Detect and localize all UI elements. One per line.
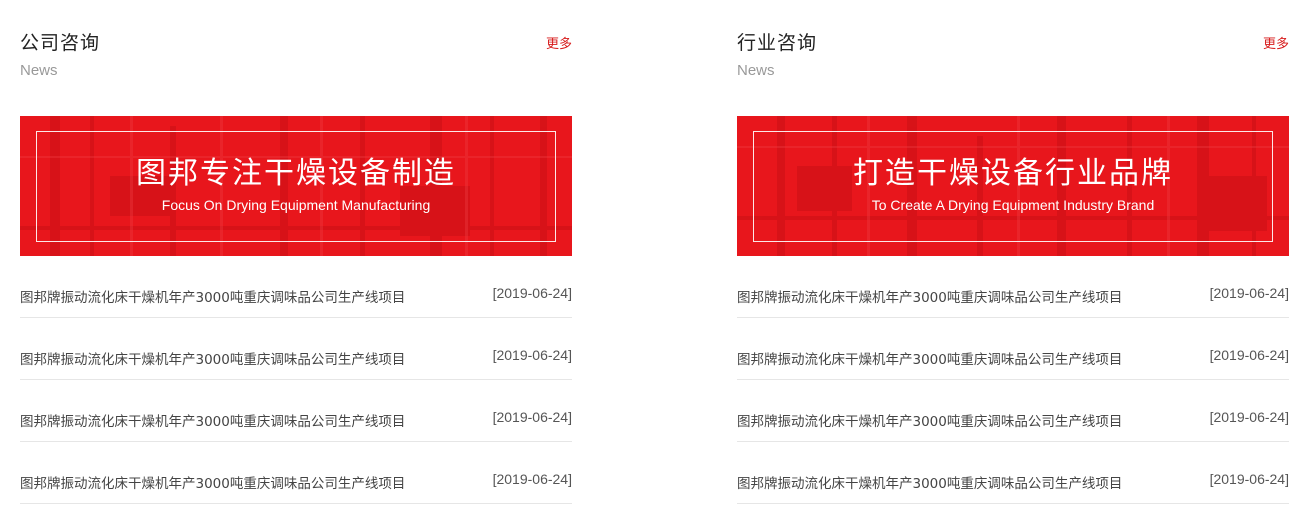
section-header: 行业咨询 News 更多: [737, 0, 1289, 116]
news-date: [2019-06-24]: [492, 285, 572, 301]
news-banner[interactable]: 打造干燥设备行业品牌 To Create A Drying Equipment …: [737, 116, 1289, 256]
news-date: [2019-06-24]: [1209, 285, 1289, 301]
news-date: [2019-06-24]: [1209, 409, 1289, 425]
news-title[interactable]: 图邦牌振动流化床干燥机年产3000吨重庆调味品公司生产线项目: [20, 472, 405, 492]
list-item[interactable]: 图邦牌振动流化床干燥机年产3000吨重庆调味品公司生产线项目 [2019-06-…: [20, 442, 572, 504]
list-item[interactable]: 图邦牌振动流化床干燥机年产3000吨重庆调味品公司生产线项目 [2019-06-…: [737, 256, 1289, 318]
news-list: 图邦牌振动流化床干燥机年产3000吨重庆调味品公司生产线项目 [2019-06-…: [20, 256, 572, 504]
news-title[interactable]: 图邦牌振动流化床干燥机年产3000吨重庆调味品公司生产线项目: [20, 348, 405, 368]
list-item[interactable]: 图邦牌振动流化床干燥机年产3000吨重庆调味品公司生产线项目 [2019-06-…: [737, 442, 1289, 504]
news-title[interactable]: 图邦牌振动流化床干燥机年产3000吨重庆调味品公司生产线项目: [737, 410, 1122, 430]
section-subtitle: News: [737, 62, 775, 79]
section-subtitle: News: [20, 62, 58, 79]
list-item[interactable]: 图邦牌振动流化床干燥机年产3000吨重庆调味品公司生产线项目 [2019-06-…: [737, 318, 1289, 380]
news-list: 图邦牌振动流化床干燥机年产3000吨重庆调味品公司生产线项目 [2019-06-…: [737, 256, 1289, 504]
news-date: [2019-06-24]: [492, 471, 572, 487]
section-title: 行业咨询: [737, 32, 818, 54]
banner-headline: 图邦专注干燥设备制造: [136, 156, 456, 191]
section-title: 公司咨询: [20, 32, 101, 54]
section-header: 公司咨询 News 更多: [20, 0, 572, 116]
news-date: [2019-06-24]: [492, 409, 572, 425]
news-title[interactable]: 图邦牌振动流化床干燥机年产3000吨重庆调味品公司生产线项目: [20, 286, 405, 306]
news-title[interactable]: 图邦牌振动流化床干燥机年产3000吨重庆调味品公司生产线项目: [737, 472, 1122, 492]
banner-tagline: Focus On Drying Equipment Manufacturing: [161, 197, 431, 213]
news-date: [2019-06-24]: [492, 347, 572, 363]
more-link[interactable]: 更多: [1263, 33, 1289, 52]
news-date: [2019-06-24]: [1209, 347, 1289, 363]
list-item[interactable]: 图邦牌振动流化床干燥机年产3000吨重庆调味品公司生产线项目 [2019-06-…: [20, 256, 572, 318]
list-item[interactable]: 图邦牌振动流化床干燥机年产3000吨重庆调味品公司生产线项目 [2019-06-…: [20, 380, 572, 442]
banner-tagline: To Create A Drying Equipment Industry Br…: [871, 197, 1155, 213]
industry-news-section: 行业咨询 News 更多 打造干燥设备行业品牌 To Create A Dryi…: [737, 0, 1289, 526]
news-title[interactable]: 图邦牌振动流化床干燥机年产3000吨重庆调味品公司生产线项目: [20, 410, 405, 430]
list-item[interactable]: 图邦牌振动流化床干燥机年产3000吨重庆调味品公司生产线项目 [2019-06-…: [20, 318, 572, 380]
more-link[interactable]: 更多: [546, 33, 572, 52]
list-item[interactable]: 图邦牌振动流化床干燥机年产3000吨重庆调味品公司生产线项目 [2019-06-…: [737, 380, 1289, 442]
news-date: [2019-06-24]: [1209, 471, 1289, 487]
news-banner[interactable]: 图邦专注干燥设备制造 Focus On Drying Equipment Man…: [20, 116, 572, 256]
news-title[interactable]: 图邦牌振动流化床干燥机年产3000吨重庆调味品公司生产线项目: [737, 286, 1122, 306]
banner-headline: 打造干燥设备行业品牌: [853, 156, 1173, 191]
news-title[interactable]: 图邦牌振动流化床干燥机年产3000吨重庆调味品公司生产线项目: [737, 348, 1122, 368]
company-news-section: 公司咨询 News 更多 图邦专注干燥设备制造 Focus On Drying …: [20, 0, 572, 526]
